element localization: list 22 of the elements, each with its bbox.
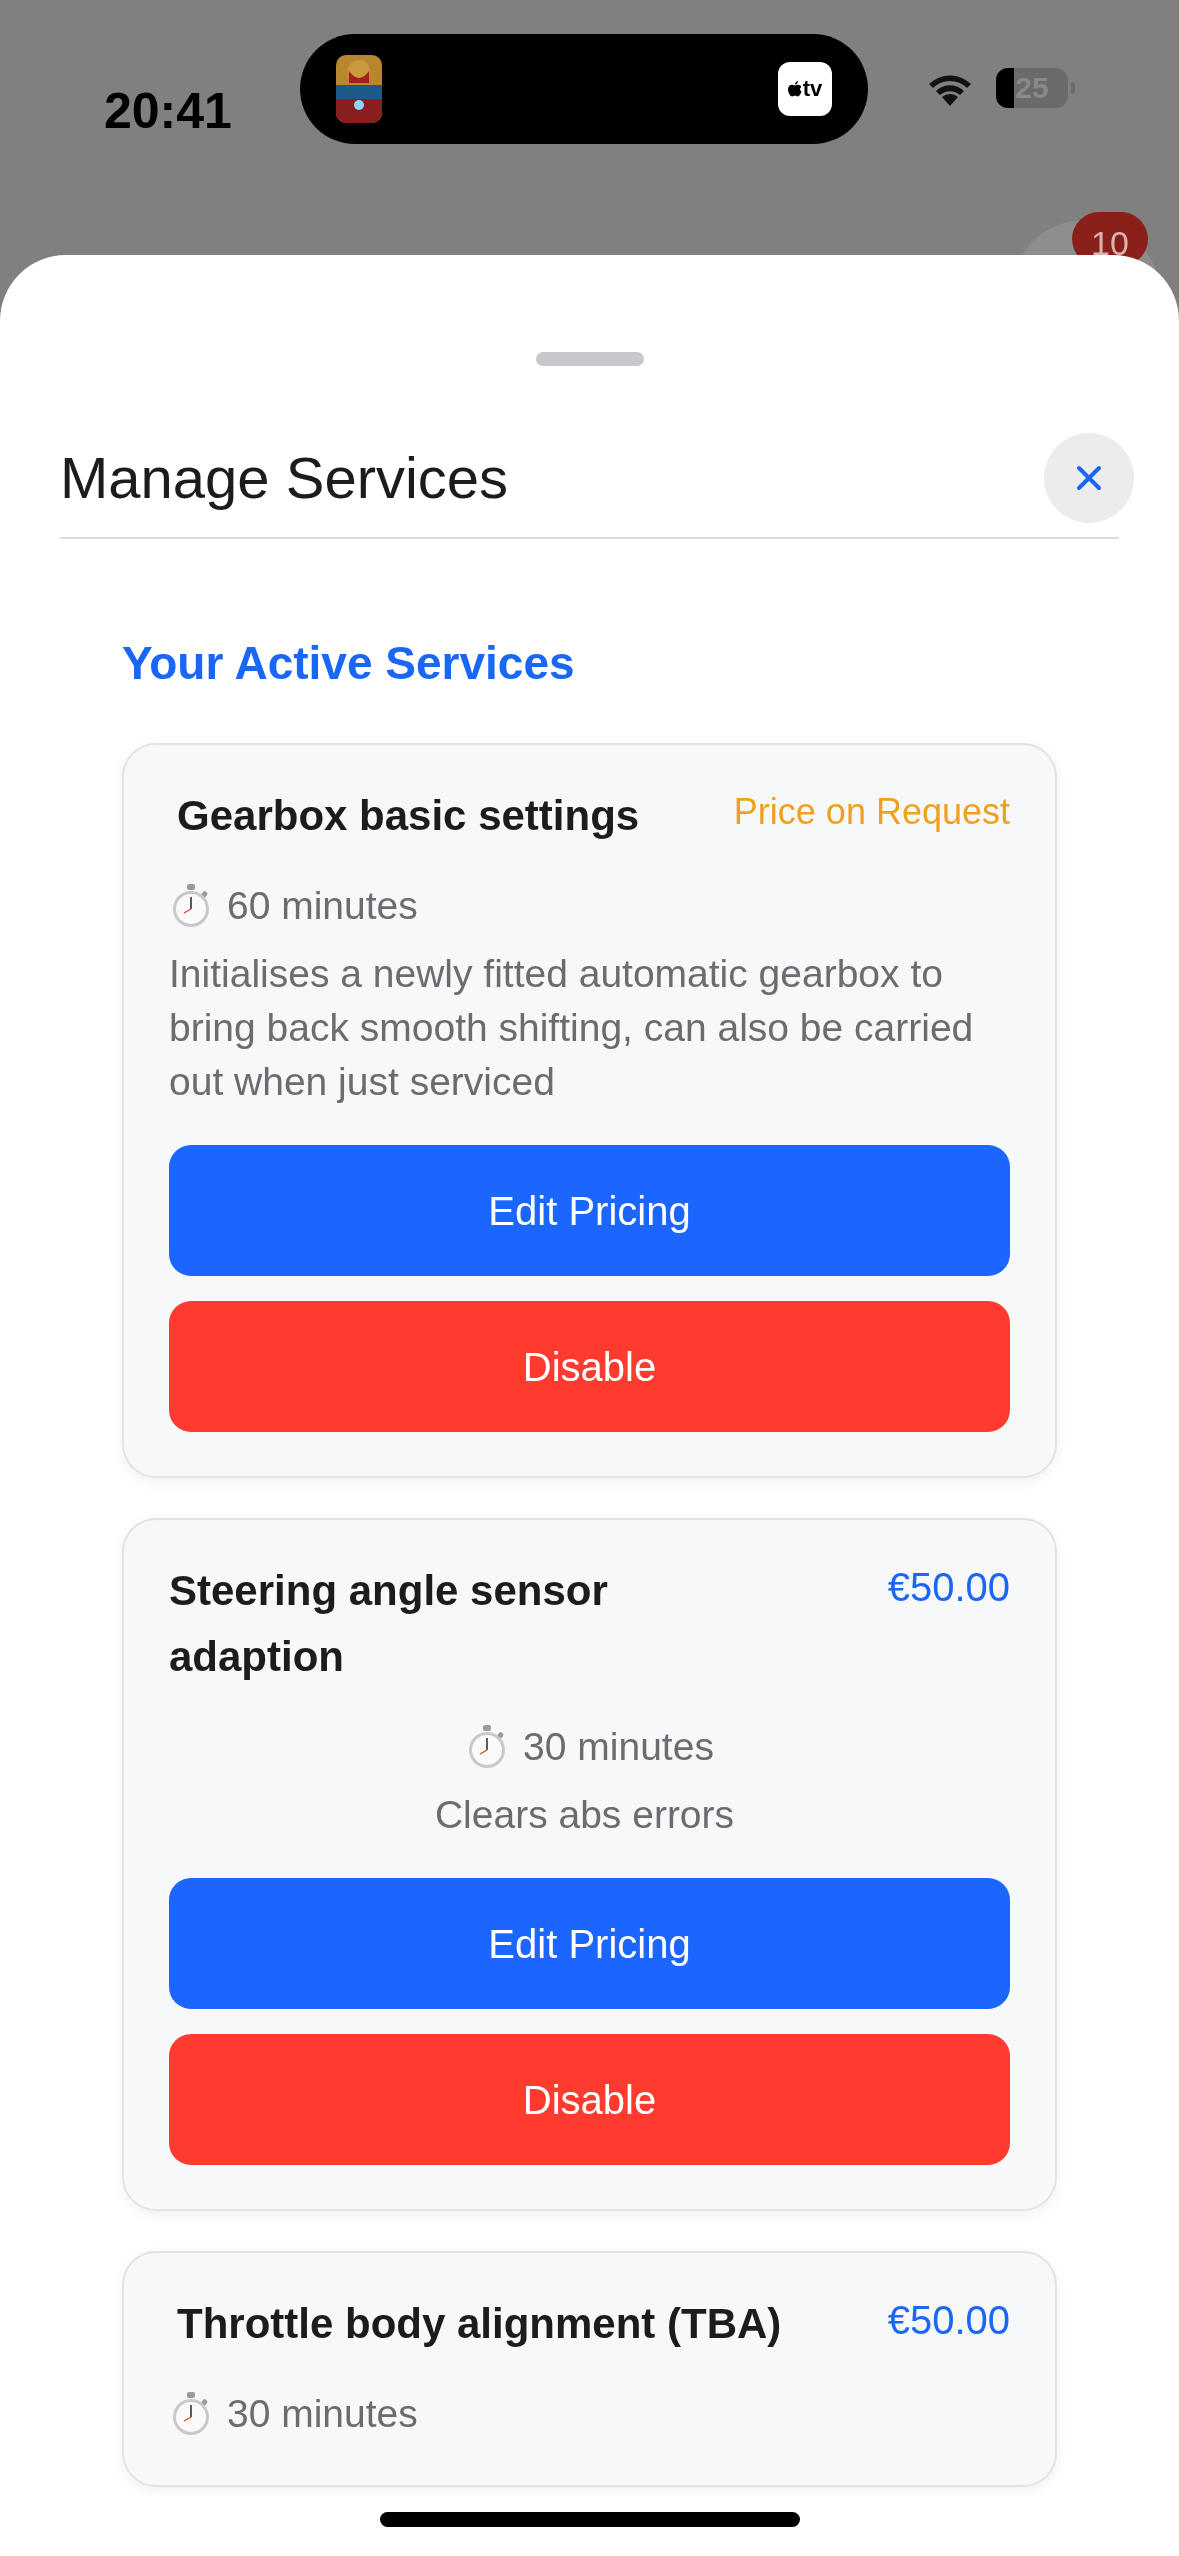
service-title: Gearbox basic settings	[176, 791, 640, 841]
disable-button[interactable]: Disable	[169, 2034, 1010, 2165]
close-icon	[1076, 464, 1102, 491]
service-price: Price on Request	[733, 790, 1010, 834]
service-title: Throttle body alignment (TBA)	[176, 2299, 782, 2349]
edit-pricing-button[interactable]: Edit Pricing	[169, 1145, 1010, 1276]
service-description: Initialises a newly fitted automatic gearbox to bring back smooth shifting, can also be carried out when just serviced	[169, 951, 975, 1105]
service-price: €50.00	[887, 2297, 1010, 2344]
service-title: Steering angle sensor adaption	[169, 1566, 609, 1682]
service-duration: 30 minutes	[227, 2391, 418, 2437]
service-price: €50.00	[887, 1564, 1010, 1611]
tv-label: tv	[802, 78, 823, 100]
service-duration: 30 minutes	[523, 1724, 714, 1770]
disable-button[interactable]: Disable	[169, 1301, 1010, 1432]
service-description: Clears abs errors	[434, 1792, 736, 1838]
apple-icon	[787, 80, 802, 98]
sheet-title: Manage Services	[60, 444, 509, 512]
section-title: Your Active Services	[122, 636, 576, 691]
drag-handle[interactable]	[535, 352, 644, 366]
status-time: 20:41	[104, 82, 233, 141]
service-duration: 60 minutes	[227, 883, 418, 929]
edit-pricing-button[interactable]: Edit Pricing	[169, 1878, 1010, 2009]
